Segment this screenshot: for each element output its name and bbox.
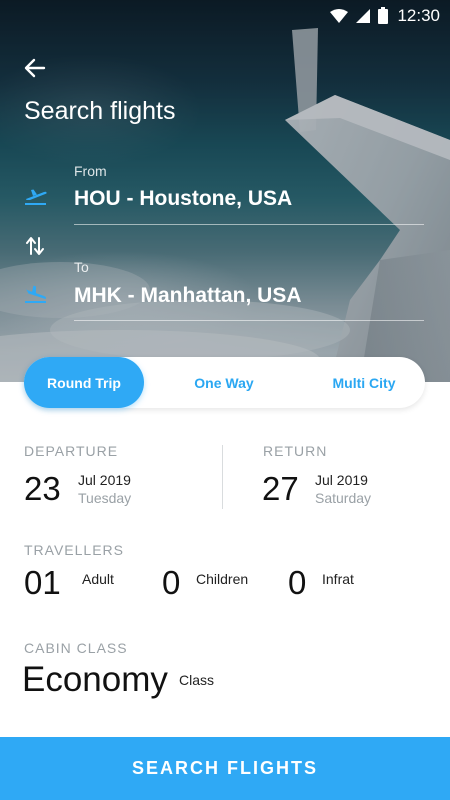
children-count: 0 xyxy=(162,564,181,601)
tab-round-trip[interactable]: Round Trip xyxy=(24,357,144,408)
page-title: Search flights xyxy=(24,97,176,125)
battery-icon xyxy=(378,7,388,24)
adult-label: Adult xyxy=(82,571,114,587)
wifi-icon xyxy=(330,8,348,23)
signal-icon xyxy=(356,8,370,23)
status-bar: 12:30 xyxy=(0,0,450,32)
to-label: To xyxy=(74,259,89,275)
takeoff-icon xyxy=(25,189,47,205)
cabin-class-value: Economy xyxy=(22,660,168,699)
cabin-class-label: CABIN CLASS xyxy=(24,640,128,656)
tab-multi-city[interactable]: Multi City xyxy=(304,357,424,408)
to-underline xyxy=(74,320,424,321)
landing-icon xyxy=(25,285,46,303)
search-flights-button[interactable]: SEARCH FLIGHTS xyxy=(0,737,450,800)
departure-weekday: Tuesday xyxy=(78,490,132,506)
tab-one-way[interactable]: One Way xyxy=(164,357,284,408)
return-weekday: Saturday xyxy=(315,490,372,506)
swap-icon[interactable] xyxy=(26,236,44,256)
adult-count: 01 xyxy=(24,564,61,601)
back-arrow-icon[interactable] xyxy=(22,55,48,81)
date-divider xyxy=(222,445,223,509)
from-field[interactable]: HOU - Houstone, USA xyxy=(74,187,292,211)
departure-label: DEPARTURE xyxy=(24,443,119,459)
return-month-year: Jul 2019 xyxy=(315,472,368,488)
infant-count: 0 xyxy=(288,564,307,601)
trip-type-selector: Round Trip One Way Multi City xyxy=(24,357,425,408)
return-label: RETURN xyxy=(263,443,328,459)
travellers-label: TRAVELLERS xyxy=(24,542,124,558)
children-label: Children xyxy=(196,571,249,587)
to-field[interactable]: MHK - Manhattan, USA xyxy=(74,284,302,308)
departure-month-year: Jul 2019 xyxy=(78,472,131,488)
infant-label: Infrat xyxy=(322,571,354,587)
departure-day: 23 xyxy=(24,470,61,507)
from-label: From xyxy=(74,163,107,179)
status-time: 12:30 xyxy=(397,6,440,25)
return-day: 27 xyxy=(262,470,299,507)
from-underline xyxy=(74,224,424,225)
cabin-class-suffix: Class xyxy=(179,672,215,688)
